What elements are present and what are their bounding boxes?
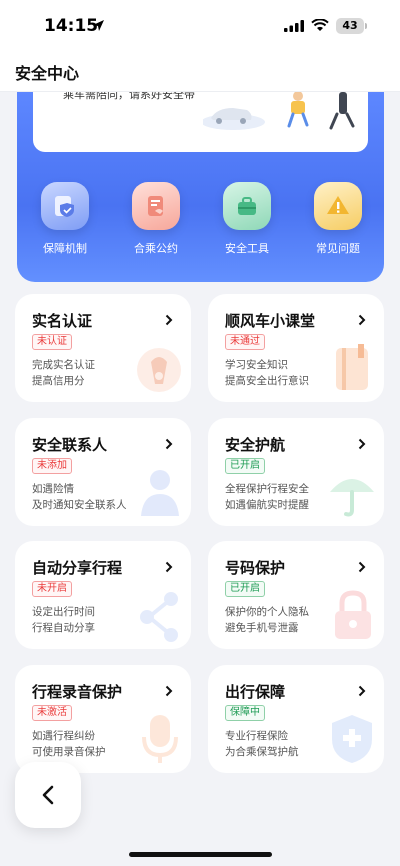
quick-action-convention[interactable]: 合乘公约	[121, 182, 191, 256]
back-button[interactable]	[15, 762, 81, 828]
toolbox-icon	[223, 182, 271, 230]
status-badge: 已开启	[225, 458, 265, 474]
status-badge: 保障中	[225, 705, 265, 721]
quick-action-label: 保障机制	[43, 242, 87, 255]
banner-text: 乘车需陪同，请系好安全带	[63, 92, 195, 101]
book-icon	[336, 344, 368, 390]
card-description: 如遇行程纠纷 可使用录音保护	[32, 728, 106, 760]
card-description: 保护你的个人隐私 避免手机号泄露	[225, 604, 309, 636]
chevron-right-icon	[358, 314, 366, 326]
id-badge-icon	[137, 348, 181, 392]
card-desc-line: 完成实名认证	[32, 359, 95, 371]
card-emergency-contact[interactable]: 安全联系人 未添加 如遇险情 及时通知安全联系人	[15, 418, 191, 526]
card-title: 行程录音保护	[32, 683, 123, 701]
cellular-signal-icon	[284, 20, 304, 32]
card-description: 如遇险情 及时通知安全联系人	[32, 481, 127, 513]
card-description: 学习安全知识 提高安全出行意识	[225, 357, 309, 389]
card-description: 完成实名认证 提高信用分	[32, 357, 95, 389]
safety-tools-panel: 乘车需陪同，请系好安全带 保障机制 合乘公约 安全工具 常见问题	[17, 92, 384, 282]
wifi-icon	[311, 19, 329, 31]
quick-action-guarantee[interactable]: 保障机制	[30, 182, 100, 256]
card-desc-line: 全程保护行程安全	[225, 483, 309, 495]
card-desc-line: 保护你的个人隐私	[225, 606, 309, 618]
card-desc-line: 专业行程保险	[225, 730, 288, 742]
status-bar: 14:15 43	[0, 0, 400, 54]
card-title: 号码保护	[225, 559, 286, 577]
chevron-right-icon	[165, 561, 173, 573]
card-title: 自动分享行程	[32, 559, 123, 577]
card-desc-line: 设定出行时间	[32, 606, 95, 618]
card-desc-line: 如遇偏航实时提醒	[225, 499, 309, 511]
umbrella-icon	[330, 479, 374, 517]
shield-doc-icon	[41, 182, 89, 230]
page-title: 安全中心	[15, 64, 80, 83]
card-title: 安全联系人	[32, 436, 108, 454]
status-badge: 已开启	[225, 581, 265, 597]
quick-action-label: 合乘公约	[134, 242, 178, 255]
quick-action-safety-tools[interactable]: 安全工具	[212, 182, 282, 256]
person-icon	[141, 470, 179, 516]
card-desc-line: 为合乘保驾护航	[225, 746, 299, 758]
card-description: 全程保护行程安全 如遇偏航实时提醒	[225, 481, 309, 513]
status-time: 14:15	[44, 16, 99, 36]
card-desc-line: 学习安全知识	[225, 359, 288, 371]
battery-tip	[365, 23, 367, 29]
chevron-left-icon	[42, 785, 54, 805]
microphone-icon	[142, 715, 178, 763]
chevron-right-icon	[165, 685, 173, 697]
card-description: 专业行程保险 为合乘保驾护航	[225, 728, 299, 760]
quick-action-faq[interactable]: 常见问题	[303, 182, 373, 256]
home-indicator	[129, 852, 272, 857]
status-badge: 未认证	[32, 334, 72, 350]
card-title: 实名认证	[32, 312, 93, 330]
card-description: 设定出行时间 行程自动分享	[32, 604, 95, 636]
card-desc-line: 避免手机号泄露	[225, 622, 299, 634]
header: 安全中心	[0, 54, 400, 92]
quick-action-label: 安全工具	[225, 242, 269, 255]
chevron-right-icon	[358, 561, 366, 573]
card-desc-line: 如遇行程纠纷	[32, 730, 95, 742]
card-safety-escort[interactable]: 安全护航 已开启 全程保护行程安全 如遇偏航实时提醒	[208, 418, 384, 526]
battery-indicator: 43	[336, 18, 364, 34]
card-title: 顺风车小课堂	[225, 312, 316, 330]
chevron-right-icon	[165, 438, 173, 450]
handshake-doc-icon	[132, 182, 180, 230]
card-travel-insurance[interactable]: 出行保障 保障中 专业行程保险 为合乘保驾护航	[208, 665, 384, 773]
card-real-name[interactable]: 实名认证 未认证 完成实名认证 提高信用分	[15, 294, 191, 402]
chevron-right-icon	[165, 314, 173, 326]
card-desc-line: 如遇险情	[32, 483, 74, 495]
lock-icon	[335, 590, 371, 639]
card-desc-line: 可使用录音保护	[32, 746, 106, 758]
location-arrow-icon	[93, 20, 104, 31]
chevron-right-icon	[358, 438, 366, 450]
insurance-shield-icon	[332, 715, 372, 763]
card-number-protection[interactable]: 号码保护 已开启 保护你的个人隐私 避免手机号泄露	[208, 541, 384, 649]
share-icon	[140, 592, 178, 642]
card-desc-line: 提高安全出行意识	[225, 375, 309, 387]
quick-action-label: 常见问题	[316, 242, 360, 255]
card-safety-course[interactable]: 顺风车小课堂 未通过 学习安全知识 提高安全出行意识	[208, 294, 384, 402]
banner-carousel[interactable]: 乘车需陪同，请系好安全带	[33, 92, 368, 152]
card-desc-line: 行程自动分享	[32, 622, 95, 634]
chevron-right-icon	[358, 685, 366, 697]
card-desc-line: 及时通知安全联系人	[32, 499, 127, 511]
card-title: 出行保障	[225, 683, 286, 701]
carousel-dots	[65, 140, 98, 152]
banner-illustration	[203, 92, 355, 130]
status-badge: 未通过	[225, 334, 265, 350]
status-badge: 未开启	[32, 581, 72, 597]
card-title: 安全护航	[225, 436, 286, 454]
status-badge: 未添加	[32, 458, 72, 474]
card-trip-recording[interactable]: 行程录音保护 未激活 如遇行程纠纷 可使用录音保护	[15, 665, 191, 773]
status-badge: 未激活	[32, 705, 72, 721]
card-auto-share-trip[interactable]: 自动分享行程 未开启 设定出行时间 行程自动分享	[15, 541, 191, 649]
card-desc-line: 提高信用分	[32, 375, 85, 387]
warning-icon	[314, 182, 362, 230]
